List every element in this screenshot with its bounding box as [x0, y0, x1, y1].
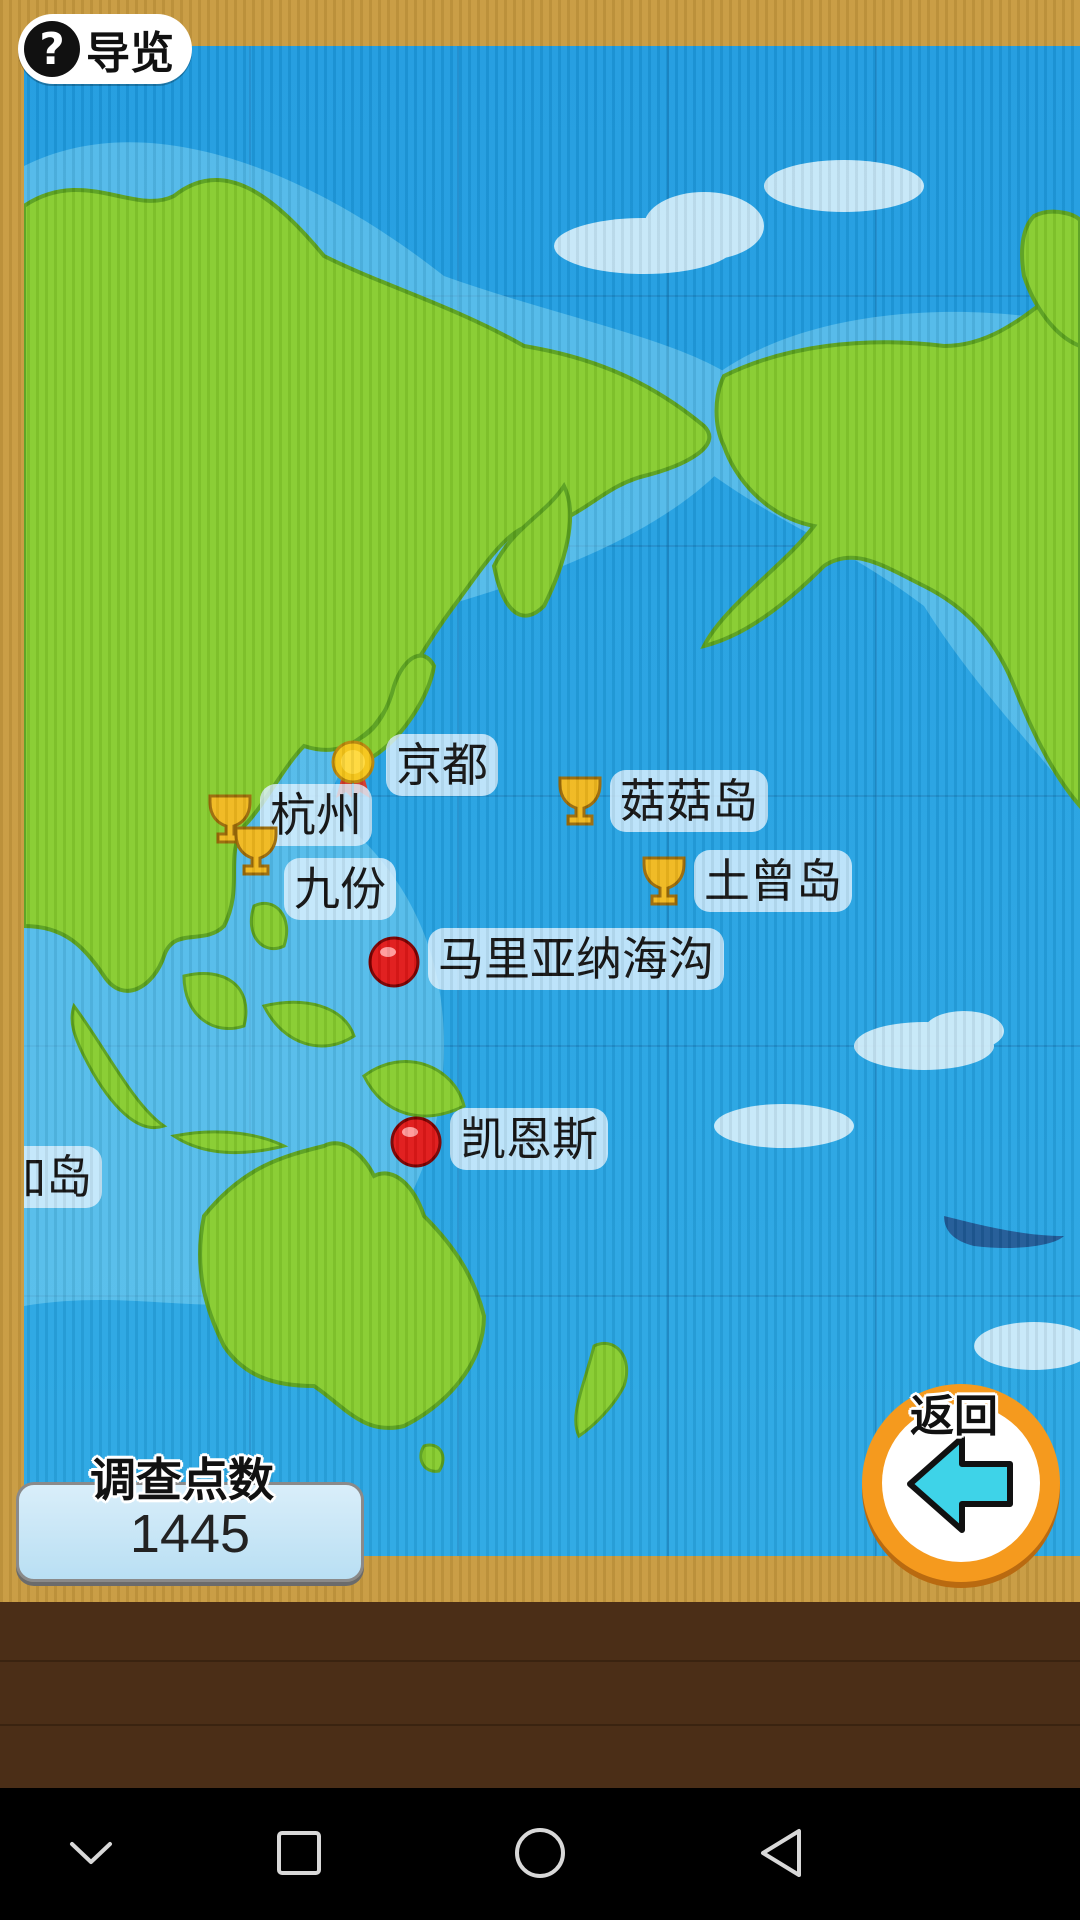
triangle-back-icon[interactable] — [736, 1808, 826, 1898]
wood-bar — [0, 1602, 1080, 1788]
score-value: 1445 — [129, 1504, 251, 1564]
map-frame: 京都 杭州 九份 菇菇岛 土曾岛 马里亚纳海沟 凯恩斯 岛 — [0, 0, 1080, 1602]
guide-button[interactable]: ? 导览 — [18, 14, 192, 84]
place-label-mariana-trench[interactable]: 马里亚纳海沟 — [428, 928, 724, 990]
place-label-partial-island[interactable]: 加岛 — [24, 1146, 102, 1208]
score-title: 调查点数 — [90, 1453, 274, 1507]
square-icon[interactable] — [254, 1808, 344, 1898]
guide-label: 导览 — [86, 28, 174, 79]
world-map[interactable]: 京都 杭州 九份 菇菇岛 土曾岛 马里亚纳海沟 凯恩斯 岛 — [24, 46, 1080, 1556]
chevron-down-icon[interactable] — [46, 1808, 136, 1898]
place-label-tuceng-island[interactable]: 土曾岛 — [694, 850, 852, 912]
game-screen: 京都 杭州 九份 菇菇岛 土曾岛 马里亚纳海沟 凯恩斯 岛 ? 导览 调查点数 … — [0, 0, 1080, 1920]
circle-icon[interactable] — [495, 1808, 585, 1898]
map-graphic — [24, 46, 1080, 1556]
place-label-mushroom-island[interactable]: 菇菇岛 — [610, 770, 768, 832]
question-icon: ? — [24, 21, 80, 77]
place-label-kyoto[interactable]: 京都 — [386, 734, 498, 796]
back-label: 返回 — [910, 1391, 998, 1442]
place-label-jiufen[interactable]: 九份 — [284, 858, 396, 920]
system-nav-bar — [0, 1788, 1080, 1920]
place-label-cairns[interactable]: 凯恩斯 — [450, 1108, 608, 1170]
